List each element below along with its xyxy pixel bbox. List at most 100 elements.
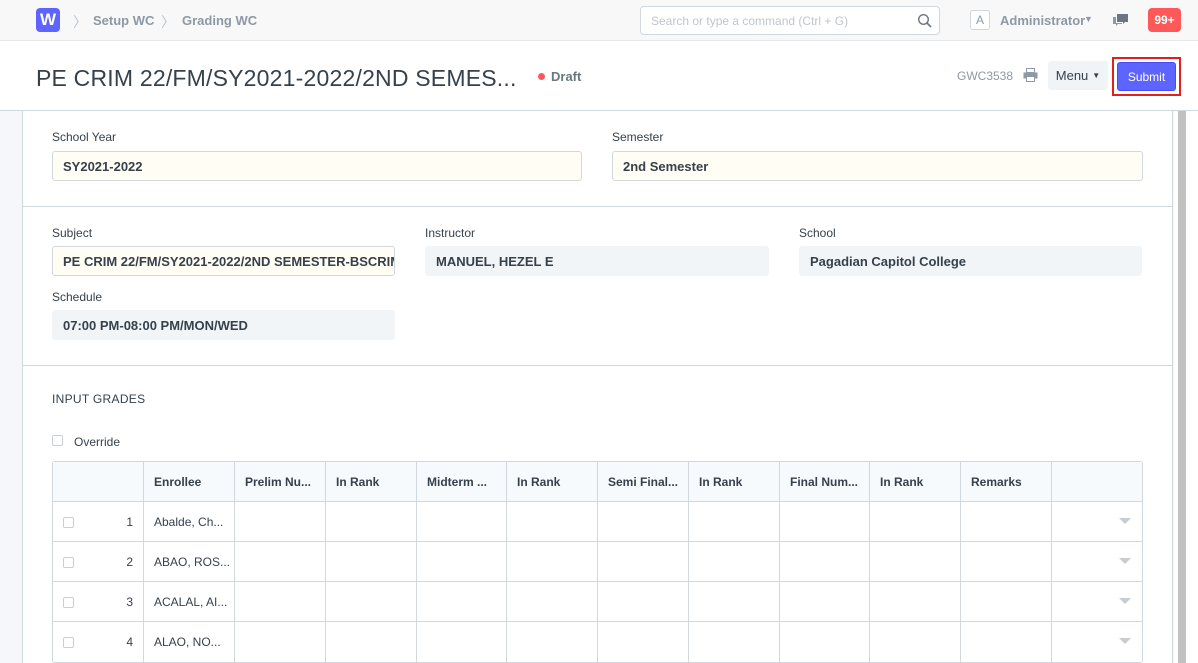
grade-cell[interactable] [326, 542, 417, 582]
column-header[interactable]: In Rank [507, 462, 598, 502]
grade-cell[interactable] [870, 622, 961, 662]
grade-cell[interactable] [507, 542, 598, 582]
table-header: Enrollee Prelim Nu... In Rank Midterm ..… [53, 462, 1142, 502]
grade-cell[interactable] [417, 542, 507, 582]
grade-cell[interactable] [598, 542, 689, 582]
row-expand-icon[interactable] [1119, 598, 1131, 604]
grade-cell[interactable] [870, 582, 961, 622]
grade-cell[interactable] [870, 542, 961, 582]
menu-button[interactable]: Menu ▼ [1048, 61, 1108, 90]
enrollee-cell[interactable]: ALAO, NO... [144, 622, 235, 662]
column-header[interactable]: Prelim Nu... [235, 462, 326, 502]
row-number: 3 [126, 595, 133, 609]
grade-cell[interactable] [417, 582, 507, 622]
row-actions-cell [1052, 622, 1143, 662]
breadcrumb-grading-wc[interactable]: Grading WC [182, 13, 257, 28]
grade-cell[interactable] [780, 622, 870, 662]
remarks-cell[interactable] [961, 622, 1052, 662]
grade-cell[interactable] [780, 502, 870, 542]
subject-label: Subject [52, 226, 93, 240]
row-number: 4 [126, 635, 133, 649]
grade-cell[interactable] [235, 622, 326, 662]
print-icon[interactable] [1023, 68, 1038, 82]
app-logo[interactable]: W [36, 8, 60, 32]
scrollbar-thumb[interactable] [1178, 111, 1186, 663]
avatar[interactable]: A [970, 10, 990, 30]
enrollee-cell[interactable]: ABAO, ROS... [144, 542, 235, 582]
row-actions-cell [1052, 502, 1143, 542]
grade-cell[interactable] [780, 542, 870, 582]
table-row[interactable]: 1 Abalde, Ch... [53, 502, 1142, 542]
row-number-cell: 4 [53, 622, 144, 662]
row-number-cell: 2 [53, 542, 144, 582]
remarks-cell[interactable] [961, 502, 1052, 542]
column-header[interactable]: In Rank [326, 462, 417, 502]
instructor-field: MANUEL, HEZEL E [425, 246, 769, 276]
row-checkbox[interactable] [63, 597, 74, 608]
grade-cell[interactable] [235, 502, 326, 542]
user-menu[interactable]: Administrator [1000, 13, 1085, 28]
row-expand-icon[interactable] [1119, 558, 1131, 564]
row-expand-icon[interactable] [1119, 638, 1131, 644]
grade-cell[interactable] [689, 622, 780, 662]
schedule-field: 07:00 PM-08:00 PM/MON/WED [52, 310, 395, 340]
column-header[interactable]: In Rank [870, 462, 961, 502]
column-header[interactable]: Semi Final... [598, 462, 689, 502]
page-title: PE CRIM 22/FM/SY2021-2022/2ND SEMES... [36, 65, 517, 91]
chevron-right-icon: 〉 [161, 14, 175, 30]
semester-field[interactable]: 2nd Semester [612, 151, 1143, 181]
grade-cell[interactable] [780, 582, 870, 622]
remarks-cell[interactable] [961, 582, 1052, 622]
school-year-field[interactable]: SY2021-2022 [52, 151, 582, 181]
grade-cell[interactable] [598, 502, 689, 542]
row-checkbox[interactable] [63, 517, 74, 528]
grade-cell[interactable] [507, 622, 598, 662]
page-scrollbar[interactable] [1174, 111, 1198, 663]
grade-cell[interactable] [417, 622, 507, 662]
grade-cell[interactable] [689, 502, 780, 542]
grade-cell[interactable] [689, 542, 780, 582]
caret-down-icon[interactable]: ▼ [1084, 14, 1093, 24]
override-checkbox[interactable] [52, 435, 63, 446]
table-row[interactable]: 4 ALAO, NO... [53, 622, 1142, 662]
grade-cell[interactable] [507, 502, 598, 542]
grade-cell[interactable] [689, 582, 780, 622]
grade-cell[interactable] [235, 582, 326, 622]
column-header[interactable]: Enrollee [144, 462, 235, 502]
chat-icon[interactable] [1112, 12, 1130, 28]
enrollee-cell[interactable]: Abalde, Ch... [144, 502, 235, 542]
row-checkbox[interactable] [63, 637, 74, 648]
form-card: School Year SY2021-2022 Semester 2nd Sem… [22, 111, 1173, 663]
remarks-cell[interactable] [961, 542, 1052, 582]
grade-cell[interactable] [235, 542, 326, 582]
column-header[interactable]: In Rank [689, 462, 780, 502]
school-label: School [799, 226, 836, 240]
grade-cell[interactable] [870, 502, 961, 542]
grade-cell[interactable] [507, 582, 598, 622]
table-row[interactable]: 2 ABAO, ROS... [53, 542, 1142, 582]
row-expand-icon[interactable] [1119, 518, 1131, 524]
breadcrumb-setup-wc[interactable]: Setup WC [93, 13, 154, 28]
grade-cell[interactable] [326, 502, 417, 542]
search-icon[interactable] [917, 13, 933, 29]
enrollee-cell[interactable]: ACALAL, AI... [144, 582, 235, 622]
grade-cell[interactable] [326, 582, 417, 622]
subject-field[interactable]: PE CRIM 22/FM/SY2021-2022/2ND SEMESTER-B… [52, 246, 395, 276]
grades-table: Enrollee Prelim Nu... In Rank Midterm ..… [52, 461, 1143, 663]
grade-cell[interactable] [417, 502, 507, 542]
grade-cell[interactable] [598, 622, 689, 662]
grade-cell[interactable] [326, 622, 417, 662]
row-checkbox[interactable] [63, 557, 74, 568]
search-input[interactable] [641, 7, 901, 34]
status-badge: Draft [551, 69, 582, 84]
submit-button[interactable]: Submit [1117, 62, 1176, 91]
table-row[interactable]: 3 ACALAL, AI... [53, 582, 1142, 622]
instructor-label: Instructor [425, 226, 476, 240]
column-header[interactable]: Final Num... [780, 462, 870, 502]
column-header[interactable]: Midterm ... [417, 462, 507, 502]
menu-button-label: Menu [1055, 68, 1089, 83]
column-header[interactable]: Remarks [961, 462, 1052, 502]
notifications-badge[interactable]: 99+ [1148, 8, 1181, 32]
grade-cell[interactable] [598, 582, 689, 622]
override-label: Override [74, 435, 121, 449]
